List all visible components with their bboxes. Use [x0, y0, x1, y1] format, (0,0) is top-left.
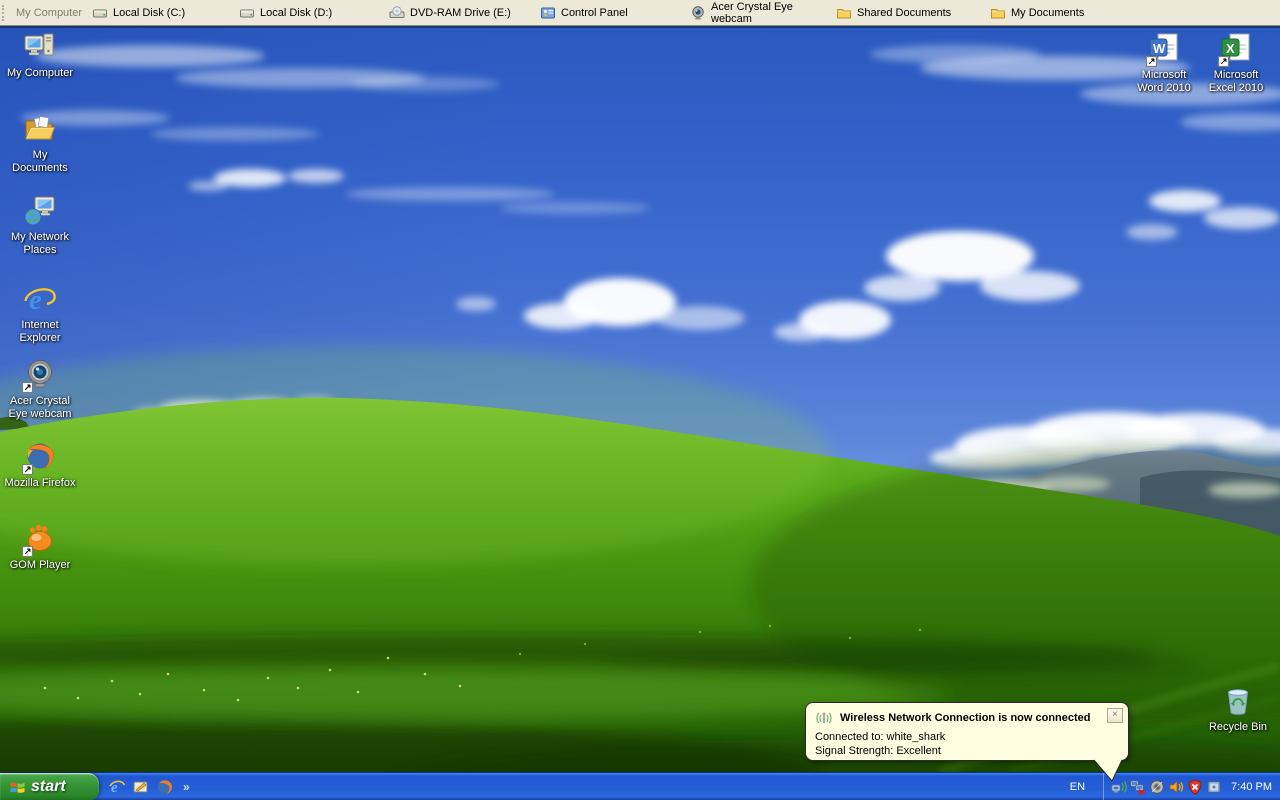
internet-explorer-icon: e	[24, 284, 56, 316]
toolbar-item-webcam[interactable]: Acer Crystal Eye webcam	[690, 0, 836, 25]
my-network-places-icon	[24, 196, 55, 226]
my-computer-toolbar: My Computer Local Disk (C:) Local Disk (…	[0, 0, 1280, 26]
quick-launch-bar: e »	[108, 773, 190, 800]
toolbar-item-label: Acer Crystal Eye webcam	[711, 0, 793, 25]
desktop-icon-mozilla-firefox[interactable]: Mozilla Firefox	[4, 440, 76, 490]
desktop-icon-label: My Network Places	[10, 231, 70, 256]
toolbar-item-local-disk-d[interactable]: Local Disk (D:)	[239, 1, 389, 24]
control-panel-icon	[541, 7, 555, 18]
wireless-signal-icon	[816, 712, 832, 724]
desktop-icon-label: My Computer	[6, 67, 74, 79]
desktop-icon-gom-player[interactable]: GOM Player	[4, 522, 76, 572]
balloon-close-button[interactable]: ×	[1107, 708, 1123, 723]
internet-explorer-icon[interactable]: e	[108, 778, 126, 796]
balloon-title: Wireless Network Connection is now conne…	[840, 712, 1091, 724]
desktop-icon-label: Mozilla Firefox	[4, 477, 76, 489]
shortcut-arrow-icon	[22, 382, 33, 393]
balloon-title-row: Wireless Network Connection is now conne…	[806, 703, 1128, 726]
shortcut-arrow-icon	[1146, 56, 1157, 67]
folder-icon	[991, 8, 1005, 18]
start-button-label: start	[31, 778, 66, 795]
desktop-screen: My Computer Local Disk (C:) Local Disk (…	[0, 0, 1280, 800]
toolbar-item-label: Local Disk (D:)	[260, 6, 333, 19]
svg-text:X: X	[1226, 41, 1235, 56]
shortcut-arrow-icon	[22, 464, 33, 475]
disk-icon	[93, 9, 107, 17]
desktop-icon-internet-explorer[interactable]: e Internet Explorer	[4, 282, 76, 345]
desktop-icon-label: GOM Player	[9, 559, 71, 571]
desktop-icon-my-documents[interactable]: My Documents	[4, 112, 76, 175]
toolbar-item-dvd-drive[interactable]: DVD-RAM Drive (E:)	[389, 1, 540, 24]
quick-launch-overflow-chevron[interactable]: »	[183, 780, 190, 794]
taskbar-clock[interactable]: 7:40 PM	[1231, 781, 1272, 793]
network-disconnected-icon[interactable]	[1130, 779, 1146, 795]
shortcut-arrow-icon	[1218, 56, 1229, 67]
webcam-icon	[692, 5, 704, 20]
toolbar-item-my-documents[interactable]: My Documents	[990, 1, 1280, 24]
my-computer-icon	[24, 33, 54, 56]
folder-icon	[837, 8, 851, 18]
desktop-icon-excel-2010[interactable]: X Microsoft Excel 2010	[1200, 32, 1272, 95]
balloon-connected-to: Connected to: white_shark	[815, 731, 946, 743]
disk-icon	[240, 9, 254, 17]
toolbar-item-label: My Documents	[1011, 6, 1085, 19]
balloon-tail	[1093, 759, 1123, 782]
desktop-icon-recycle-bin[interactable]: Recycle Bin	[1202, 684, 1274, 734]
balloon-signal-strength: Signal Strength: Excellent	[815, 744, 941, 757]
desktop-icon-label: Acer Crystal Eye webcam	[8, 395, 72, 420]
toolbar-item-label: DVD-RAM Drive (E:)	[410, 6, 511, 19]
toolbar-item-shared-documents[interactable]: Shared Documents	[836, 1, 990, 24]
svg-text:W: W	[1153, 41, 1166, 56]
bliss-wallpaper	[0, 26, 1280, 772]
audio-device-icon[interactable]	[1149, 779, 1165, 795]
desktop-icon-word-2010[interactable]: W Microsoft Word 2010	[1128, 32, 1200, 95]
touchpad-icon[interactable]	[1206, 779, 1222, 795]
security-alert-icon[interactable]	[1187, 779, 1203, 795]
toolbar-item-local-disk-c[interactable]: Local Disk (C:)	[92, 1, 239, 24]
toolbar-item-label: Local Disk (C:)	[113, 6, 186, 19]
shortcut-arrow-icon	[22, 546, 33, 557]
desktop-icon-label: Microsoft Excel 2010	[1208, 69, 1264, 94]
wireless-notification-balloon: Wireless Network Connection is now conne…	[805, 702, 1129, 761]
desktop-icon-label: Recycle Bin	[1208, 721, 1268, 733]
desktop-icon-label: Microsoft Word 2010	[1137, 69, 1191, 94]
desktop-icon-my-computer[interactable]: My Computer	[4, 30, 76, 80]
windows-flag-icon	[10, 782, 25, 793]
start-button[interactable]: start	[0, 773, 99, 800]
language-indicator[interactable]: EN	[1070, 781, 1085, 793]
taskbar: start e » EN 7:40 PM	[0, 772, 1280, 800]
desktop-icon-label: My Documents	[12, 149, 68, 174]
toolbar-item-label: Control Panel	[561, 6, 628, 19]
my-documents-icon	[25, 116, 56, 140]
volume-icon[interactable]	[1168, 779, 1184, 795]
desktop-icon-acer-webcam[interactable]: Acer Crystal Eye webcam	[4, 358, 76, 421]
toolbar-item-label: Shared Documents	[857, 6, 952, 19]
desktop-icon-my-network-places[interactable]: My Network Places	[4, 194, 76, 257]
firefox-icon[interactable]	[156, 778, 174, 796]
recycle-bin-icon	[1228, 689, 1248, 715]
dvd-drive-icon	[389, 5, 405, 18]
toolbar-title: My Computer	[16, 6, 83, 19]
toolbar-item-control-panel[interactable]: Control Panel	[540, 1, 690, 24]
desktop-icon-label: Internet Explorer	[19, 319, 61, 344]
show-desktop-icon[interactable]	[132, 778, 150, 796]
